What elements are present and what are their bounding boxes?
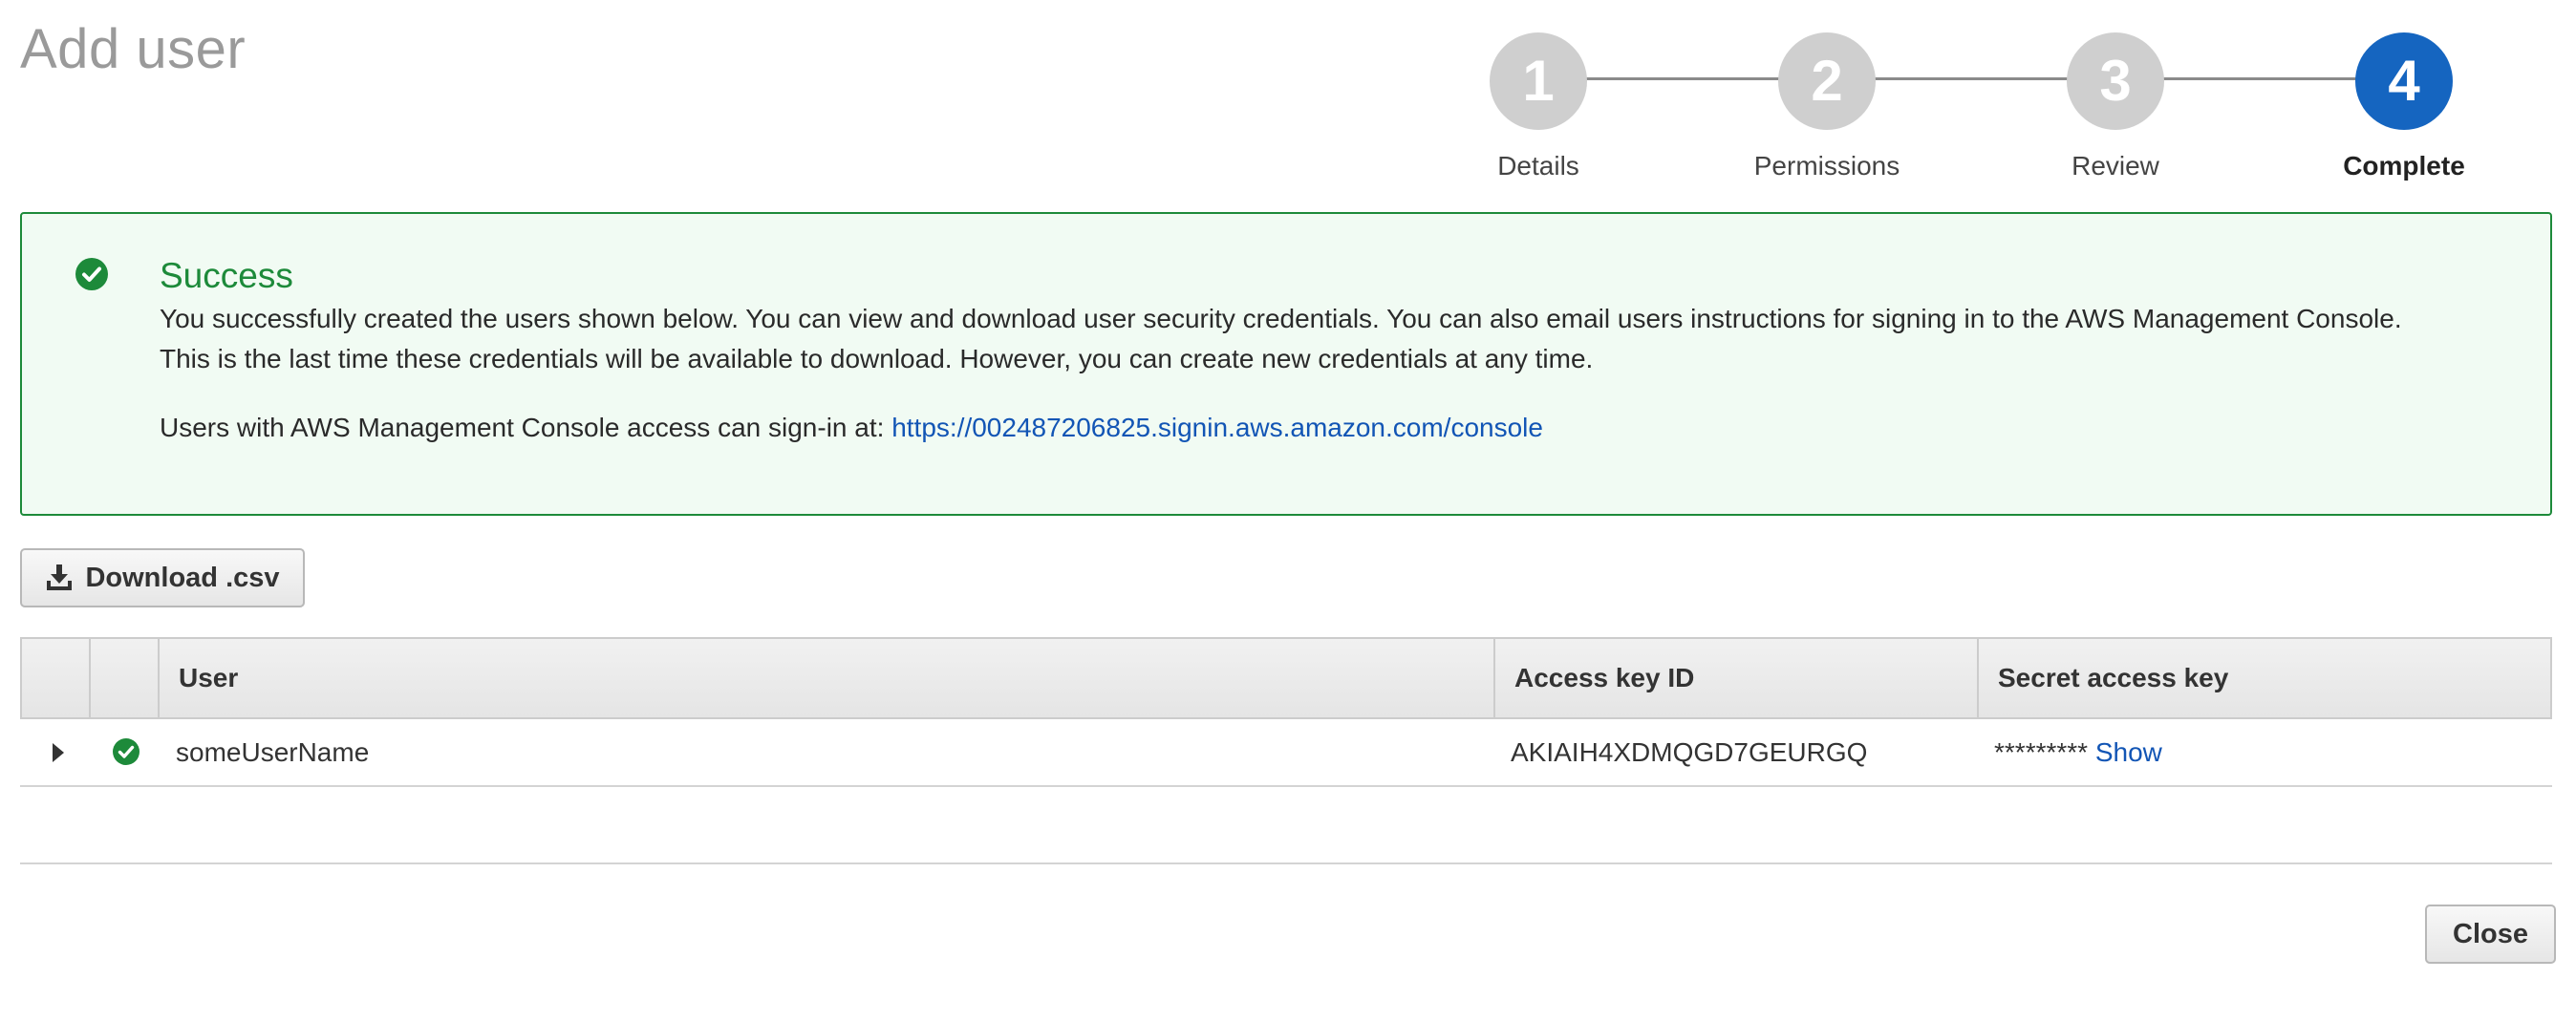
step-number: 2 bbox=[1778, 32, 1876, 130]
step-label: Permissions bbox=[1753, 151, 1900, 181]
wizard-stepper: 1 Details 2 Permissions 3 Review 4 Compl… bbox=[1490, 32, 2465, 195]
check-circle-icon bbox=[75, 258, 108, 290]
column-header-expand bbox=[22, 639, 89, 717]
signin-url-link[interactable]: https://002487206825.signin.aws.amazon.c… bbox=[891, 413, 1543, 442]
download-csv-button[interactable]: Download .csv bbox=[20, 548, 305, 607]
show-secret-link[interactable]: Show bbox=[2095, 737, 2162, 767]
step-number: 1 bbox=[1490, 32, 1587, 130]
page-title: Add user bbox=[20, 18, 247, 80]
column-header-user[interactable]: User bbox=[158, 639, 1493, 717]
step-details: 1 Details bbox=[1424, 32, 1653, 181]
access-key-id-cell: AKIAIH4XDMQGD7GEURGQ bbox=[1511, 737, 1868, 767]
signin-info: Users with AWS Management Console access… bbox=[160, 413, 1543, 443]
signin-prefix: Users with AWS Management Console access… bbox=[160, 413, 892, 442]
caret-right-icon[interactable] bbox=[53, 743, 64, 762]
column-header-secret-access-key[interactable]: Secret access key bbox=[1977, 639, 2550, 717]
column-header-access-key-id[interactable]: Access key ID bbox=[1493, 639, 1977, 717]
download-icon bbox=[47, 564, 73, 590]
stepper-connector-line bbox=[1538, 77, 2404, 80]
secret-access-key-cell: ********* Show bbox=[1994, 719, 2162, 785]
step-number: 4 bbox=[2355, 32, 2453, 130]
table-header: User Access key ID Secret access key bbox=[20, 637, 2552, 719]
step-permissions: 2 Permissions bbox=[1712, 32, 1942, 181]
success-alert: Success You successfully created the use… bbox=[20, 212, 2552, 516]
table-row: someUserName AKIAIH4XDMQGD7GEURGQ ******… bbox=[20, 719, 2552, 787]
success-title: Success bbox=[160, 256, 293, 295]
footer-divider bbox=[20, 862, 2552, 864]
step-label: Details bbox=[1497, 151, 1579, 181]
success-message-line: You successfully created the users shown… bbox=[160, 304, 2402, 333]
download-csv-label: Download .csv bbox=[85, 562, 280, 593]
secret-masked-value: ********* bbox=[1994, 737, 2089, 767]
user-name-cell: someUserName bbox=[176, 737, 370, 767]
step-review: 3 Review bbox=[2001, 32, 2230, 181]
step-complete: 4 Complete bbox=[2289, 32, 2519, 181]
step-label: Complete bbox=[2343, 151, 2465, 181]
users-table: User Access key ID Secret access key som… bbox=[20, 637, 2552, 787]
column-header-status bbox=[89, 639, 158, 717]
step-label: Review bbox=[2072, 151, 2159, 181]
success-message-line: This is the last time these credentials … bbox=[160, 344, 1594, 373]
step-number: 3 bbox=[2067, 32, 2164, 130]
close-button[interactable]: Close bbox=[2425, 905, 2556, 964]
check-circle-icon bbox=[113, 738, 140, 765]
